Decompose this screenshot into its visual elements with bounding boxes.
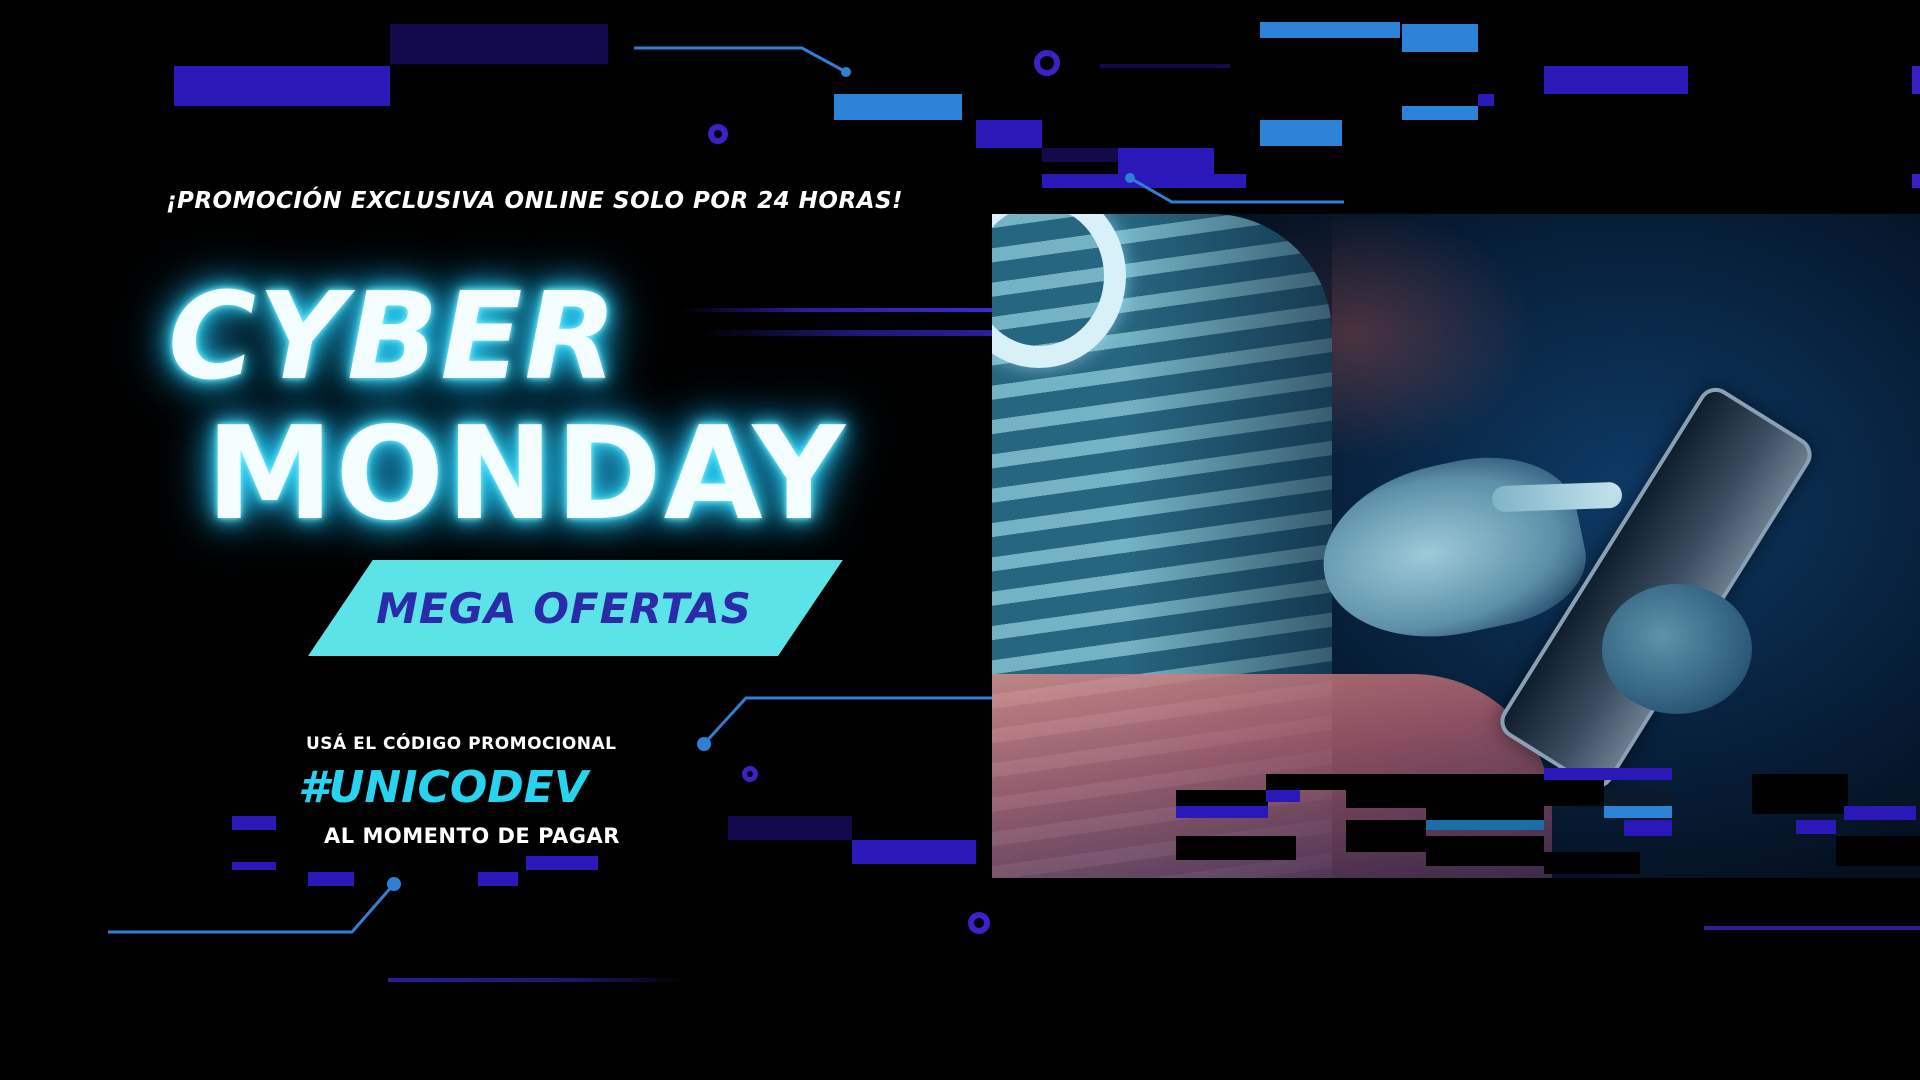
- arm-reflection: [992, 674, 1552, 878]
- hand: [1307, 438, 1597, 660]
- headline-monday: MONDAY: [206, 400, 848, 549]
- ring-icon: [708, 124, 728, 144]
- finger: [1491, 481, 1623, 513]
- ring-icon: [968, 912, 990, 934]
- promo-code-intro: USÁ EL CÓDIGO PROMOCIONAL: [306, 734, 617, 754]
- promo-banner: ¡PROMOCIÓN EXCLUSIVA ONLINE SOLO POR 24 …: [0, 0, 1920, 1080]
- promo-code-outro: AL MOMENTO DE PAGAR: [324, 824, 620, 848]
- promo-code: #UNICODEV: [298, 762, 588, 813]
- ring-icon: [742, 766, 758, 782]
- headline-cyber: CYBER: [168, 268, 619, 407]
- promo-tagline: ¡PROMOCIÓN EXCLUSIVA ONLINE SOLO POR 24 …: [166, 188, 904, 214]
- ring-icon: [1034, 50, 1060, 76]
- person-using-tablet-photo: [992, 214, 1920, 878]
- badge-label: MEGA OFERTAS: [376, 583, 752, 633]
- mega-offers-badge: MEGA OFERTAS: [244, 560, 843, 656]
- holding-hand: [1602, 584, 1752, 714]
